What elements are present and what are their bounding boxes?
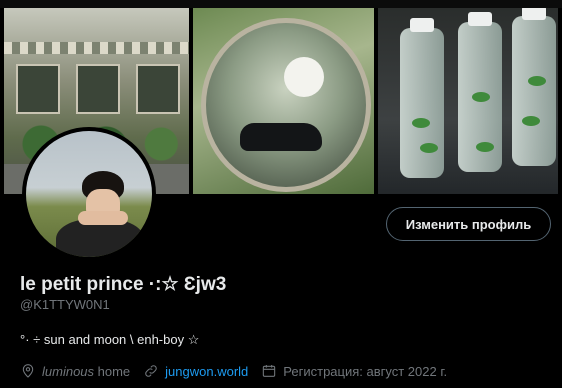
mirror-lamp (283, 57, 324, 97)
mirror-car (239, 123, 322, 151)
shop-window (16, 64, 60, 114)
water-bottle (458, 12, 503, 172)
profile-meta: luminous home jungwon.world Регистрация:… (20, 363, 447, 379)
top-strip: • • • • • • (0, 0, 562, 8)
water-bottle (512, 8, 557, 166)
edit-profile-button[interactable]: Изменить профиль (386, 207, 551, 241)
location-pin-icon (22, 364, 34, 378)
round-mirror (200, 18, 371, 192)
profile-bio: °· ÷ sun and moon \ enh-boy ☆ (20, 332, 200, 347)
profile-avatar[interactable] (22, 127, 156, 261)
avatar-hands (78, 211, 128, 225)
user-handle: @K1TTYW0N1 (20, 297, 110, 312)
display-name: le petit prince ·:☆ Ɛjw3 (20, 274, 227, 295)
banner-bottles-photo (378, 8, 558, 194)
website-item[interactable]: jungwon.world (143, 363, 248, 379)
water-bottle (400, 18, 445, 178)
avatar-shirt (56, 219, 144, 257)
location-item: luminous home (20, 363, 130, 379)
link-icon (145, 365, 157, 377)
location-italic: luminous (42, 363, 95, 379)
shop-window (136, 64, 180, 114)
calendar-icon (263, 365, 276, 377)
top-strip-text: • • • • • • (44, 0, 79, 5)
banner-mirror-photo (192, 8, 375, 194)
shop-awning (4, 42, 189, 54)
joined-date: Регистрация: август 2022 г. (283, 363, 448, 379)
joined-item: Регистрация: август 2022 г. (261, 363, 447, 379)
shop-window (76, 64, 120, 114)
website-link[interactable]: jungwon.world (165, 364, 248, 379)
location-text: home (94, 363, 131, 379)
